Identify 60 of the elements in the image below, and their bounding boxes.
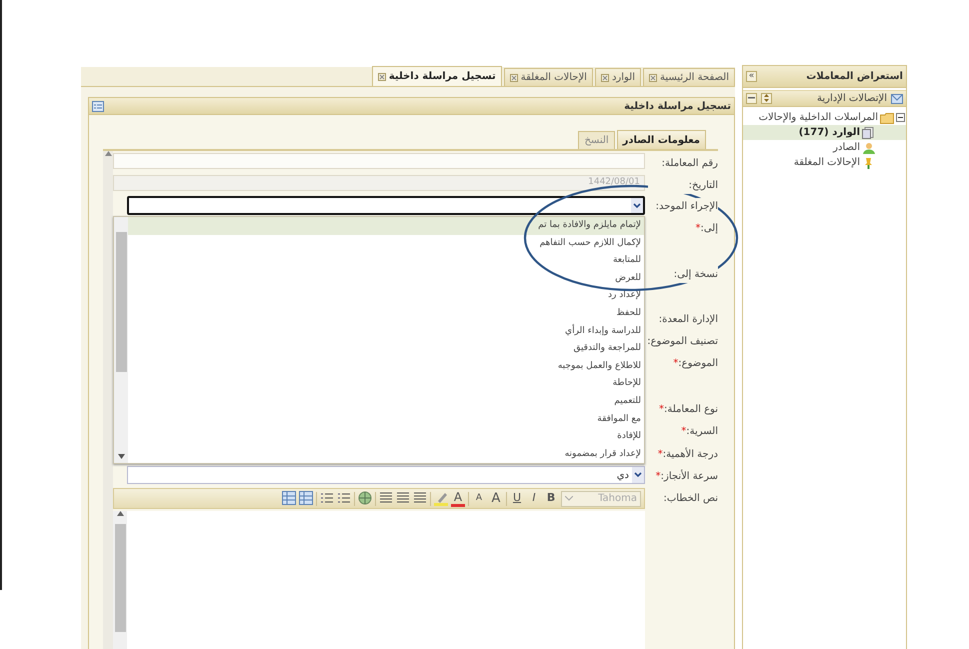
collapse-button[interactable]: » [746,71,757,82]
select-field[interactable] [127,196,645,215]
dropdown-option[interactable]: للإحاطة [128,375,644,393]
font-size-button[interactable]: A [489,490,503,506]
tree-item[interactable]: المراسلات الداخلية والإحالات [743,110,906,125]
tab[interactable]: الوارد [594,68,641,86]
font-size-button[interactable]: A [472,490,486,506]
panel-title: تسجيل مراسلة داخلية [624,100,731,114]
select-field[interactable]: دي [127,466,645,484]
tab[interactable]: تسجيل مراسلة داخلية [372,66,502,86]
input-field: 1442/08/01 [113,175,645,191]
table-icon[interactable] [282,491,296,506]
dropdown-option[interactable]: للمراجعة والتدقيق [128,340,644,358]
dropdown-option[interactable]: للدراسة وإبداء الرأي [128,322,644,340]
dropdown-option[interactable]: لإعداد رد [128,287,644,305]
panel-title: استعراض المعاملات [806,70,903,84]
collapse-all-button[interactable] [746,93,757,104]
underline-button[interactable]: U [510,490,524,506]
dropdown-option[interactable]: للحفظ [128,304,644,323]
tab[interactable]: الإحالات المغلقة [504,68,593,86]
up-arrow-icon [116,511,124,516]
tree-item[interactable]: الإحالات المغلقة [743,155,906,170]
dropdown-option[interactable]: للعرض [128,270,644,288]
dropdown-option[interactable]: للاطلاع والعمل بموجبه [128,358,644,376]
section-title: الإتصالات الإدارية [817,92,887,106]
close-icon[interactable] [378,72,386,80]
up-arrow-icon [104,151,112,156]
dropdown-option[interactable]: للتعميم [128,392,644,411]
italic-button[interactable]: I [527,490,541,506]
dropdown-option[interactable]: لإكمال اللازم حسب التفاهم [128,234,644,252]
close-icon[interactable] [649,74,657,82]
dropdown-option[interactable]: مع الموافقة [128,410,644,428]
font-color-button[interactable]: A [451,490,465,506]
sort-icon [763,94,770,102]
input-field[interactable] [113,153,645,169]
envelope-icon [891,94,903,104]
dropdown-option[interactable]: للإفادة [128,428,644,446]
table-icon[interactable] [299,491,313,506]
collapse-icon[interactable] [896,113,905,122]
tab[interactable]: معلومات الصادر [616,130,706,149]
highlight-icon[interactable] [434,491,448,506]
tree-item[interactable]: الوارد (177) [743,125,906,140]
tree-label: المراسلات الداخلية والإحالات [758,111,878,125]
person-icon [862,142,876,154]
tab[interactable]: الصفحة الرئيسية [643,68,735,86]
down-arrow-icon [118,454,124,459]
sort-button[interactable] [761,93,772,104]
bold-button[interactable]: B [544,490,558,506]
dropdown-option[interactable]: لإتمام مايلزم والافادة بما تم [128,217,644,235]
tree-item[interactable]: الصادر [743,140,906,155]
dropdown-option[interactable]: لإعداد قرار بمضمونه [128,446,644,464]
minus-icon [748,94,755,102]
close-icon[interactable] [510,74,518,82]
close-icon[interactable] [600,74,609,82]
dropdown-option[interactable]: للمتابعة [128,252,644,270]
caret-icon [565,496,573,501]
globe-icon[interactable] [358,491,372,506]
form-icon [92,100,104,112]
field-label: التاريخ: [648,177,718,194]
documents-icon [862,126,876,138]
